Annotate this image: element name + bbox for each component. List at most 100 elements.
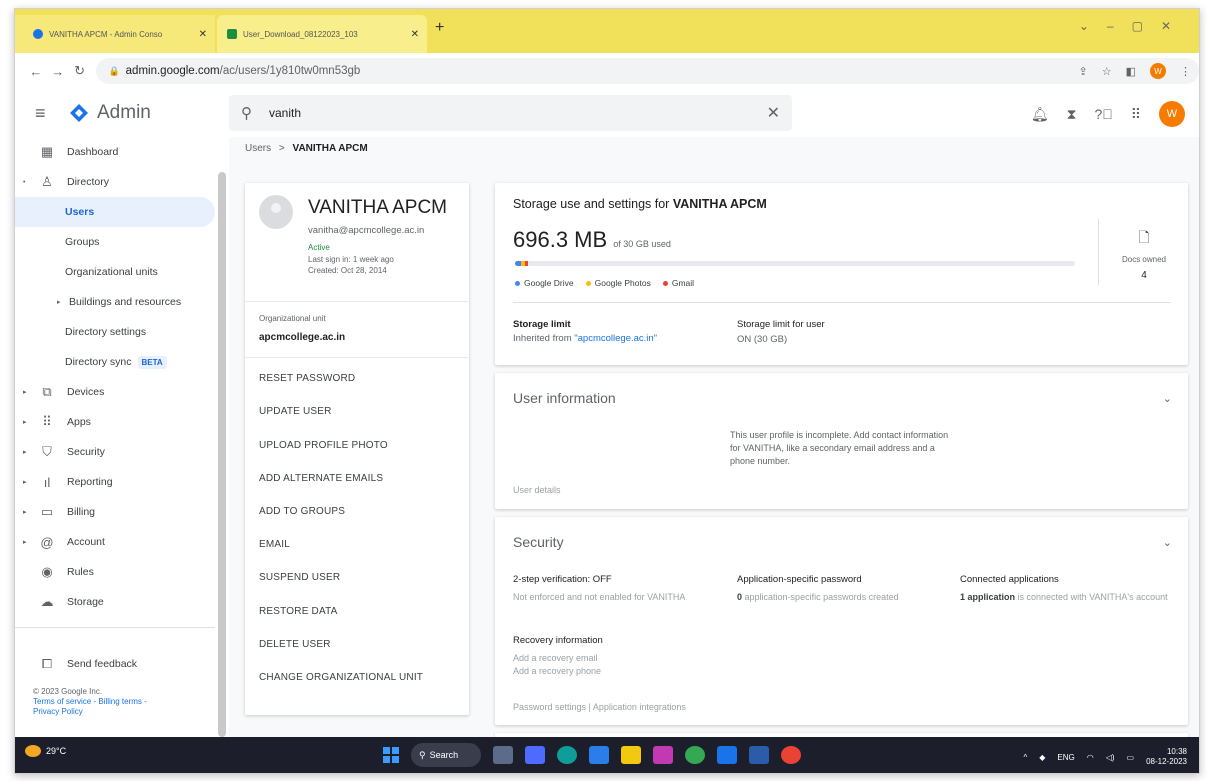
new-tab-icon[interactable]: +	[435, 19, 444, 37]
reload-icon[interactable]: ↻	[69, 63, 91, 79]
chrome-profile-icon[interactable]	[781, 746, 801, 764]
teams-icon[interactable]	[525, 746, 545, 764]
legend-label: Google Drive	[524, 278, 574, 288]
delete-user-button[interactable]: DELETE USER	[259, 639, 331, 650]
hourglass-icon[interactable]: ⧗	[1067, 106, 1077, 123]
sidebar-item-dashboard[interactable]: ▦ Dashboard	[15, 137, 227, 167]
sidebar-item-security[interactable]: ▸ ⛉ Security	[15, 437, 227, 467]
chrome-icon[interactable]	[685, 746, 705, 764]
forward-icon[interactable]: →	[47, 64, 69, 79]
app-name[interactable]: Admin	[97, 102, 151, 124]
browser-tab-download[interactable]: User_Download_08122023_103 ✕	[217, 15, 427, 53]
help-icon[interactable]: ?⃝	[1094, 106, 1112, 122]
back-icon[interactable]: ←	[25, 64, 47, 79]
bookmark-star-icon[interactable]: ☆	[1102, 65, 1112, 78]
browser-profile-avatar[interactable]: W	[1150, 63, 1166, 79]
sidebar-item-directory-sync[interactable]: Directory sync BETA	[15, 347, 227, 377]
battery-icon[interactable]: ▭	[1127, 753, 1135, 762]
taskbar-search[interactable]: ⚲ Search	[411, 743, 481, 767]
sidebar-item-directory[interactable]: • ♙ Directory	[15, 167, 227, 197]
sidepanel-icon[interactable]: ◧	[1126, 65, 1136, 78]
send-feedback-button[interactable]: ⧠ Send feedback	[15, 649, 215, 679]
language-indicator[interactable]: ENG	[1057, 753, 1074, 762]
main-menu-icon[interactable]: ≡	[35, 103, 55, 124]
file-explorer-icon[interactable]	[493, 746, 513, 764]
tray-chevron-icon[interactable]: ^	[1023, 753, 1027, 762]
sidebar-item-reporting[interactable]: ▸ ıl Reporting	[15, 467, 227, 497]
legend-label: Gmail	[671, 278, 695, 288]
browser-menu-icon[interactable]: ⋮	[1180, 65, 1191, 78]
legend-dot-icon	[515, 281, 520, 287]
created-date: Created: Oct 28, 2014	[308, 266, 387, 275]
user-information-card[interactable]: User information ⌄ This user profile is …	[495, 373, 1188, 509]
reset-password-button[interactable]: RESET PASSWORD	[259, 373, 355, 384]
sidebar-item-directory-settings[interactable]: Directory settings	[15, 317, 227, 347]
connected-apps-section: Connected applications 1 application is …	[960, 574, 1170, 603]
storage-title: Storage use and settings for VANITHA APC…	[513, 197, 767, 211]
mail-icon[interactable]	[589, 746, 609, 764]
photos-icon[interactable]	[653, 746, 673, 764]
security-footer-links[interactable]: Password settings | Application integrat…	[513, 702, 686, 712]
sidebar-item-apps[interactable]: ▸ ⠿ Apps	[15, 407, 227, 437]
restore-data-button[interactable]: RESTORE DATA	[259, 606, 338, 617]
sidebar-item-devices[interactable]: ▸ ⧉ Devices	[15, 377, 227, 407]
user-avatar[interactable]: W	[1159, 101, 1185, 127]
edge-icon[interactable]	[557, 746, 577, 764]
sidebar-item-storage[interactable]: ☁ Storage	[15, 587, 227, 617]
close-tab-icon[interactable]: ✕	[411, 29, 419, 40]
clear-search-icon[interactable]: ✕	[767, 103, 780, 123]
user-avatar-placeholder[interactable]	[259, 195, 293, 229]
suspend-user-button[interactable]: SUSPEND USER	[259, 572, 340, 583]
cloud-icon: ☁	[40, 594, 54, 609]
sidebar-footer: © 2023 Google Inc. Terms of service - Bi…	[33, 687, 147, 717]
app-icon[interactable]	[717, 746, 737, 764]
email-button[interactable]: EMAIL	[259, 539, 290, 550]
tray-app-icon[interactable]: ◆	[1039, 753, 1045, 762]
add-to-groups-button[interactable]: ADD TO GROUPS	[259, 506, 345, 517]
add-alternate-emails-button[interactable]: ADD ALTERNATE EMAILS	[259, 473, 383, 484]
sidebar-item-organizational-units[interactable]: Organizational units	[15, 257, 227, 287]
sidebar-item-buildings[interactable]: ▸ Buildings and resources	[15, 287, 227, 317]
storage-title-name: VANITHA APCM	[672, 197, 767, 211]
chevron-down-icon[interactable]: ⌄	[1163, 536, 1172, 549]
chevron-down-icon[interactable]: ⌄	[1163, 392, 1172, 405]
taskbar-search-label: Search	[429, 750, 459, 760]
browser-tab-admin[interactable]: VANITHA APCM - Admin Conso ✕	[15, 15, 215, 53]
volume-icon[interactable]: ◁)	[1106, 753, 1115, 762]
security-card[interactable]: Security ⌄ 2-step verification: OFF Not …	[495, 517, 1188, 725]
share-icon[interactable]: ⇪	[1079, 65, 1088, 78]
sidebar-item-billing[interactable]: ▸ ▭ Billing	[15, 497, 227, 527]
address-bar[interactable]: 🔒 admin.google.com/ac/users/1y810tw0mn53…	[96, 58, 1199, 84]
credit-card-icon: ▭	[40, 504, 54, 519]
change-org-unit-button[interactable]: CHANGE ORGANIZATIONAL UNIT	[259, 672, 423, 683]
app-header: ≡ Admin ⚲ ✕ 🔔︎ ⧗ ?⃝ ⠿ W	[15, 89, 1199, 137]
shield-icon: ⛉	[42, 444, 52, 459]
window-controls[interactable]: ⌄–▢✕	[1079, 19, 1189, 33]
sidebar-item-users[interactable]: Users	[15, 197, 215, 227]
sidebar-item-account[interactable]: ▸ @ Account	[15, 527, 227, 557]
folder-icon[interactable]	[621, 746, 641, 764]
sidebar-item-label: Security	[67, 446, 105, 458]
search-input[interactable]	[269, 106, 729, 120]
update-user-button[interactable]: UPDATE USER	[259, 406, 332, 417]
sidebar-item-rules[interactable]: ◉ Rules	[15, 557, 227, 587]
bar-chart-icon: ıl	[43, 474, 51, 490]
apps-grid-icon[interactable]: ⠿	[1131, 106, 1141, 123]
upload-profile-photo-button[interactable]: UPLOAD PROFILE PHOTO	[259, 440, 388, 451]
windows-start-icon[interactable]	[383, 747, 399, 763]
sidebar-item-groups[interactable]: Groups	[15, 227, 227, 257]
close-tab-icon[interactable]: ✕	[199, 29, 207, 40]
bell-icon[interactable]: 🔔︎	[1031, 106, 1049, 123]
clock[interactable]: 10:38 08-12-2023	[1146, 747, 1187, 767]
docs-owned[interactable]: 🗋 Docs owned 4	[1100, 227, 1188, 281]
search-bar[interactable]: ⚲ ✕	[229, 95, 792, 131]
expand-arrow-icon: ▸	[23, 539, 27, 546]
word-icon[interactable]	[749, 746, 769, 764]
org-unit-link[interactable]: "apcmcollege.ac.in"	[574, 333, 657, 344]
privacy-policy-link[interactable]: Privacy Policy	[33, 707, 147, 717]
breadcrumb-users-link[interactable]: Users	[245, 143, 271, 154]
terms-links[interactable]: Terms of service - Billing terms -	[33, 697, 147, 707]
sidebar-scrollbar[interactable]	[218, 172, 226, 737]
weather-widget[interactable]: 29°C	[25, 745, 66, 757]
wifi-icon[interactable]: ◠	[1087, 753, 1094, 762]
